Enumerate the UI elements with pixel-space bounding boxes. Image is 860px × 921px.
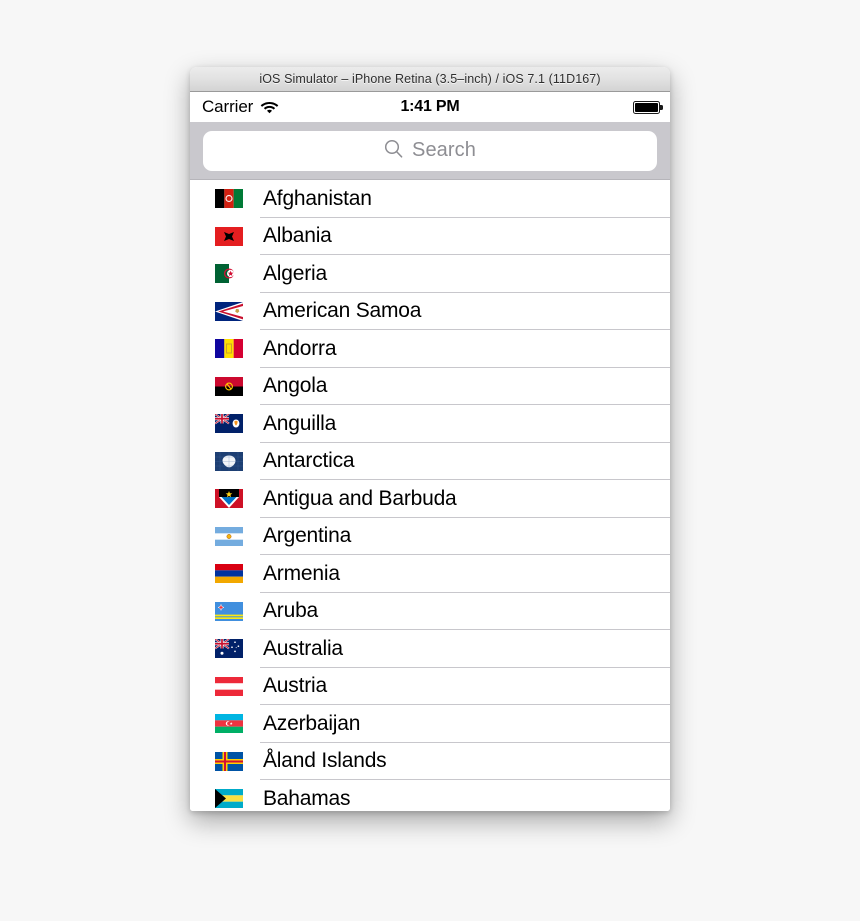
list-item[interactable]: Australia (190, 630, 670, 668)
search-bar: Search (190, 122, 670, 180)
country-name: Afghanistan (263, 186, 372, 210)
country-name: American Samoa (263, 299, 422, 323)
country-name: Australia (263, 636, 343, 660)
ios-status-bar: Carrier 1:41 PM (190, 92, 670, 122)
list-item[interactable]: Argentina (190, 517, 670, 555)
list-item[interactable]: Antarctica (190, 442, 670, 480)
flag-armenia-icon (215, 564, 243, 584)
country-name: Andorra (263, 336, 337, 360)
search-input[interactable]: Search (203, 130, 657, 171)
country-name: Åland Islands (263, 749, 387, 773)
country-name: Antarctica (263, 449, 355, 473)
country-name: Bahamas (263, 786, 351, 810)
country-name: Azerbaijan (263, 711, 361, 735)
flag-aland-islands-icon (215, 751, 243, 771)
list-item[interactable]: Afghanistan (190, 180, 670, 218)
country-name: Austria (263, 674, 327, 698)
list-item[interactable]: Austria (190, 667, 670, 705)
flag-algeria-icon (215, 264, 243, 284)
status-bar-right (633, 100, 663, 114)
list-item[interactable]: Anguilla (190, 405, 670, 443)
window-title: iOS Simulator – iPhone Retina (3.5–inch)… (259, 72, 601, 86)
list-item[interactable]: Albania (190, 217, 670, 255)
flag-albania-icon (215, 226, 243, 246)
country-name: Argentina (263, 524, 352, 548)
flag-aruba-icon (215, 601, 243, 621)
list-item[interactable]: American Samoa (190, 292, 670, 330)
country-name: Algeria (263, 261, 327, 285)
country-name: Angola (263, 374, 328, 398)
flag-azerbaijan-icon (215, 714, 243, 734)
list-item[interactable]: Aruba (190, 592, 670, 630)
flag-antarctica-icon (215, 451, 243, 471)
battery-icon (633, 100, 663, 114)
list-item[interactable]: Armenia (190, 555, 670, 593)
flag-antigua-and-barbuda-icon (215, 489, 243, 509)
desktop-background: iOS Simulator – iPhone Retina (3.5–inch)… (0, 0, 860, 921)
wifi-icon (260, 100, 279, 114)
list-item[interactable]: Azerbaijan (190, 705, 670, 743)
carrier-label: Carrier (202, 97, 254, 116)
country-name: Armenia (263, 561, 340, 585)
ios-simulator-window: iOS Simulator – iPhone Retina (3.5–inch)… (190, 67, 670, 811)
country-name: Albania (263, 224, 332, 248)
list-item[interactable]: Angola (190, 367, 670, 405)
flag-australia-icon (215, 639, 243, 659)
country-list[interactable]: Afghanistan Albania Algeria American Samoa A… (190, 180, 670, 811)
flag-angola-icon (215, 376, 243, 396)
list-item[interactable]: Antigua and Barbuda (190, 480, 670, 518)
clock-label: 1:41 PM (400, 98, 460, 115)
search-icon (384, 139, 403, 163)
flag-argentina-icon (215, 526, 243, 546)
list-item[interactable]: Åland Islands (190, 742, 670, 780)
search-placeholder: Search (412, 139, 476, 161)
flag-austria-icon (215, 676, 243, 696)
list-item[interactable]: Algeria (190, 255, 670, 293)
flag-bahamas-icon (215, 789, 243, 809)
list-item[interactable]: Bahamas (190, 780, 670, 811)
flag-anguilla-icon (215, 414, 243, 434)
list-item[interactable]: Andorra (190, 330, 670, 368)
status-bar-left: Carrier (202, 97, 279, 117)
window-title-bar[interactable]: iOS Simulator – iPhone Retina (3.5–inch)… (190, 67, 670, 92)
country-name: Anguilla (263, 411, 337, 435)
flag-afghanistan-icon (215, 189, 243, 209)
flag-american-samoa-icon (215, 301, 243, 321)
flag-andorra-icon (215, 339, 243, 359)
country-name: Antigua and Barbuda (263, 486, 457, 510)
country-name: Aruba (263, 599, 319, 623)
